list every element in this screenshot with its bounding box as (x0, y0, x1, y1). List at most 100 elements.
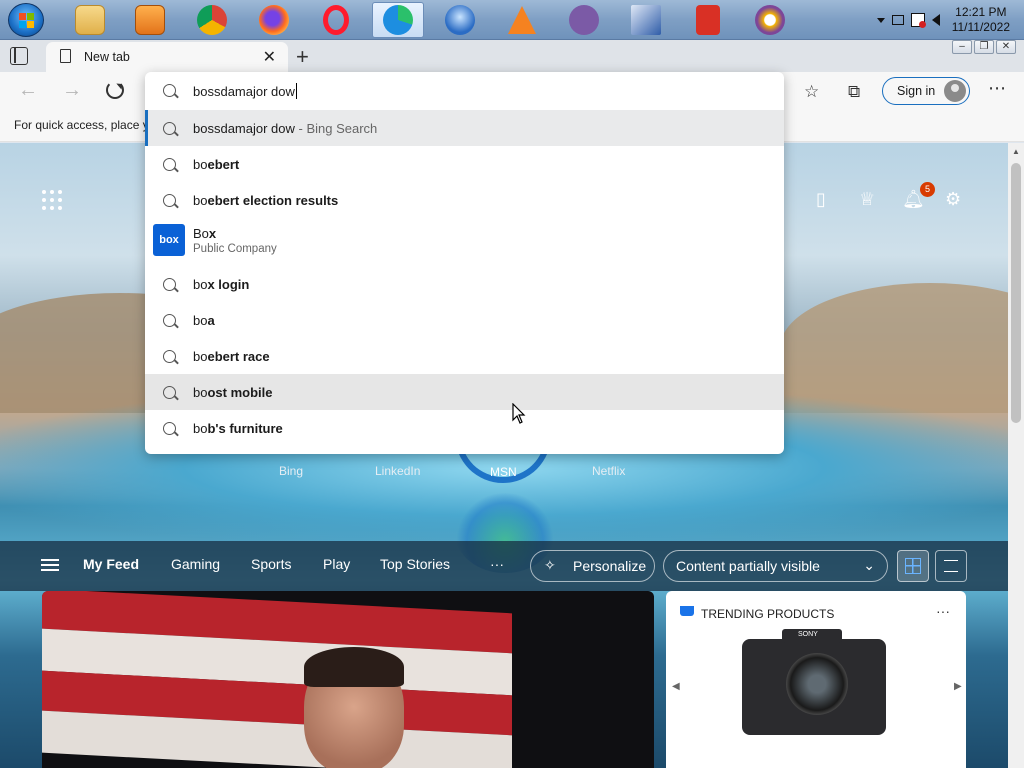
start-button[interactable] (8, 3, 44, 37)
suggestion-text: box login (193, 277, 249, 292)
quick-link-linkedin[interactable]: LinkedIn (375, 464, 420, 478)
search-icon (163, 84, 176, 97)
suggestion-item[interactable]: box login (145, 266, 784, 302)
suggestion-source: - Bing Search (294, 121, 378, 136)
suggestion-item[interactable]: boa (145, 302, 784, 338)
scroll-up-icon[interactable]: ▲ (1012, 147, 1020, 156)
search-icon (163, 158, 176, 171)
back-button[interactable]: ← (18, 79, 38, 102)
suggestion-item[interactable]: bob's furniture (145, 410, 784, 446)
quick-link-msn[interactable]: MSN (490, 465, 517, 479)
suggestion-prefix: bo (193, 349, 208, 364)
suggestion-item[interactable]: boebert (145, 146, 784, 182)
tab-top-stories[interactable]: Top Stories (380, 556, 450, 572)
page-icon (60, 49, 71, 63)
tab-strip: New tab ✕ + – ❐ ✕ (0, 40, 1024, 72)
page-scrollbar[interactable]: ▲ (1008, 143, 1024, 768)
tab-new-tab[interactable]: New tab ✕ (46, 42, 288, 72)
taskbar-media[interactable] (124, 2, 176, 38)
taskbar-red-app[interactable] (682, 2, 734, 38)
suggestion-item[interactable]: boebert election results (145, 182, 784, 218)
search-icon (163, 386, 176, 399)
media-player-icon (135, 5, 165, 35)
taskbar-vlc[interactable] (496, 2, 548, 38)
news-photo-hair (304, 647, 404, 687)
grid-icon (905, 558, 921, 574)
network-icon[interactable] (891, 15, 904, 25)
sign-in-button[interactable]: Sign in (882, 77, 970, 105)
taskbar-edge[interactable] (372, 2, 424, 38)
taskbar-editor[interactable] (620, 2, 672, 38)
clock-date: 11/11/2022 (951, 20, 1010, 34)
tab-my-feed[interactable]: My Feed (83, 556, 139, 572)
page-settings-gear-icon[interactable]: ⚙ (945, 189, 961, 210)
suggestion-entity[interactable]: box Box Public Company (145, 218, 784, 266)
windows-taskbar: 12:21 PM 11/11/2022 (0, 0, 1024, 40)
taskbar-chrome[interactable] (186, 2, 238, 38)
close-tab-icon[interactable]: ✕ (263, 47, 276, 67)
tab-play[interactable]: Play (323, 556, 350, 572)
tab-title: New tab (84, 50, 130, 64)
favorites-star-icon[interactable]: ☆ (804, 82, 819, 102)
minimize-button[interactable]: – (952, 40, 972, 54)
trending-products-card[interactable]: TRENDING PRODUCTS ··· ◀ SONY ▶ (666, 591, 966, 768)
taskbar-firefox[interactable] (248, 2, 300, 38)
carousel-prev-icon[interactable]: ◀ (672, 681, 680, 692)
suggestion-completion: a (207, 313, 215, 328)
tab-sports[interactable]: Sports (251, 556, 291, 572)
refresh-icon[interactable] (106, 81, 124, 99)
suggestion-item[interactable]: bossdamajor dow - Bing Search (145, 110, 784, 146)
trending-more-button[interactable]: ··· (936, 603, 950, 619)
taskbar-thunderbird[interactable] (434, 2, 486, 38)
chevron-up-icon[interactable] (876, 17, 885, 23)
flag-alert-icon[interactable] (910, 13, 926, 28)
personalize-label: Personalize (573, 558, 647, 574)
forward-button[interactable]: → (62, 79, 82, 102)
suggestion-item[interactable]: boost mobile (145, 374, 784, 410)
content-visibility-dropdown[interactable]: Content partially visible ⌄ (663, 550, 888, 582)
taskbar-explorer[interactable] (64, 2, 116, 38)
taskbar-pidgin[interactable] (558, 2, 610, 38)
search-icon (163, 314, 176, 327)
quick-link-netflix[interactable]: Netflix (592, 464, 625, 478)
quick-link-bing[interactable]: Bing (279, 464, 303, 478)
suggestion-prefix: bo (193, 157, 208, 172)
menu-hamburger-icon[interactable] (41, 559, 59, 571)
suggestion-completion: ebert race (207, 349, 270, 364)
suggestion-text: boebert race (193, 349, 270, 364)
more-tabs-button[interactable]: ··· (490, 556, 504, 572)
app-launcher-icon[interactable] (42, 190, 62, 210)
tab-actions-icon[interactable] (10, 47, 28, 65)
new-tab-button[interactable]: + (296, 44, 309, 70)
list-view-button[interactable] (935, 550, 967, 582)
grid-view-button[interactable] (897, 550, 929, 582)
volume-icon[interactable] (931, 14, 940, 26)
settings-more-icon[interactable]: ⋯ (988, 78, 1006, 99)
close-window-button[interactable]: ✕ (996, 40, 1016, 54)
tab-gaming[interactable]: Gaming (171, 556, 220, 572)
address-bar[interactable]: bossdamajor dow (145, 72, 784, 110)
product-camera-image[interactable]: SONY (742, 629, 886, 735)
personalize-button[interactable]: ✧ Personalize (530, 550, 655, 582)
suggestion-item[interactable]: boebert race (145, 338, 784, 374)
suggestion-subtitle: Public Company (193, 243, 277, 255)
suggestion-text: Box (193, 226, 216, 241)
system-clock[interactable]: 12:21 PM 11/11/2022 (952, 5, 1010, 35)
taskbar-tor[interactable] (744, 2, 796, 38)
suggestion-completion: x login (207, 277, 250, 292)
rewards-icon[interactable]: ♕ (859, 189, 875, 210)
restore-button[interactable]: ❐ (974, 40, 994, 54)
mobile-icon[interactable]: ▯ (816, 189, 826, 210)
feed-navigation: My Feed Gaming Sports Play Top Stories ·… (0, 541, 1008, 591)
carousel-next-icon[interactable]: ▶ (954, 681, 962, 692)
collections-icon[interactable]: ⧉ (848, 82, 860, 102)
chrome-icon (197, 5, 227, 35)
scrollbar-thumb[interactable] (1011, 163, 1021, 423)
suggestion-completion: x (208, 226, 217, 241)
search-icon (163, 122, 176, 135)
trending-title: TRENDING PRODUCTS (701, 607, 835, 621)
suggestion-completion: ebert (207, 157, 240, 172)
news-card[interactable] (42, 591, 654, 768)
taskbar-opera[interactable] (310, 2, 362, 38)
address-input[interactable]: bossdamajor dow (193, 83, 297, 99)
